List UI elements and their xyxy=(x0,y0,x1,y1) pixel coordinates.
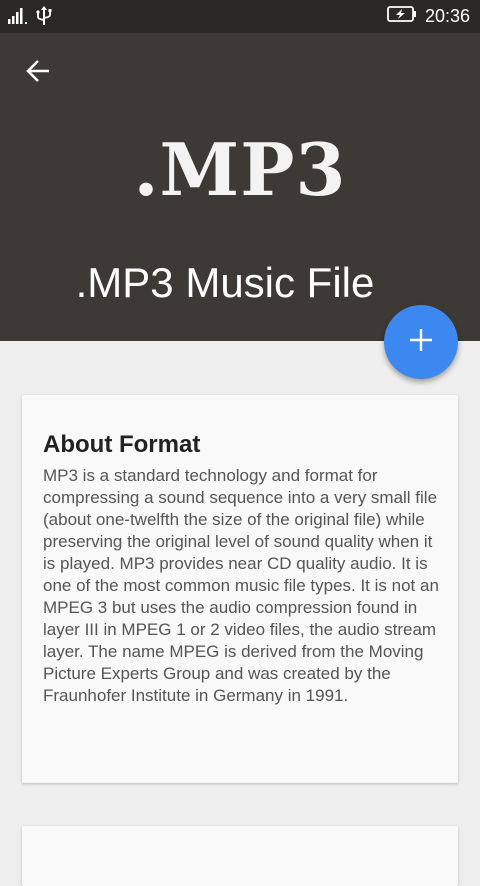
battery-charging-icon xyxy=(387,5,417,28)
app-header: .MP3 .MP3 Music File xyxy=(0,33,480,341)
status-time: 20:36 xyxy=(424,6,470,26)
about-format-card: About Format MP3 is a standard technolog… xyxy=(22,395,458,783)
back-button[interactable] xyxy=(20,55,56,91)
card-title: About Format xyxy=(43,431,201,458)
add-button[interactable] xyxy=(384,305,458,379)
usb-icon xyxy=(36,6,52,31)
signal-bars-icon xyxy=(8,8,30,29)
next-card xyxy=(22,826,458,886)
page-title: .MP3 Music File xyxy=(75,259,375,306)
extension-logo: .MP3 xyxy=(133,127,347,212)
plus-icon xyxy=(408,327,434,358)
status-bar: 20:36 xyxy=(0,0,480,33)
card-body-text: MP3 is a standard technology and format … xyxy=(43,466,439,705)
arrow-left-icon xyxy=(25,59,51,88)
